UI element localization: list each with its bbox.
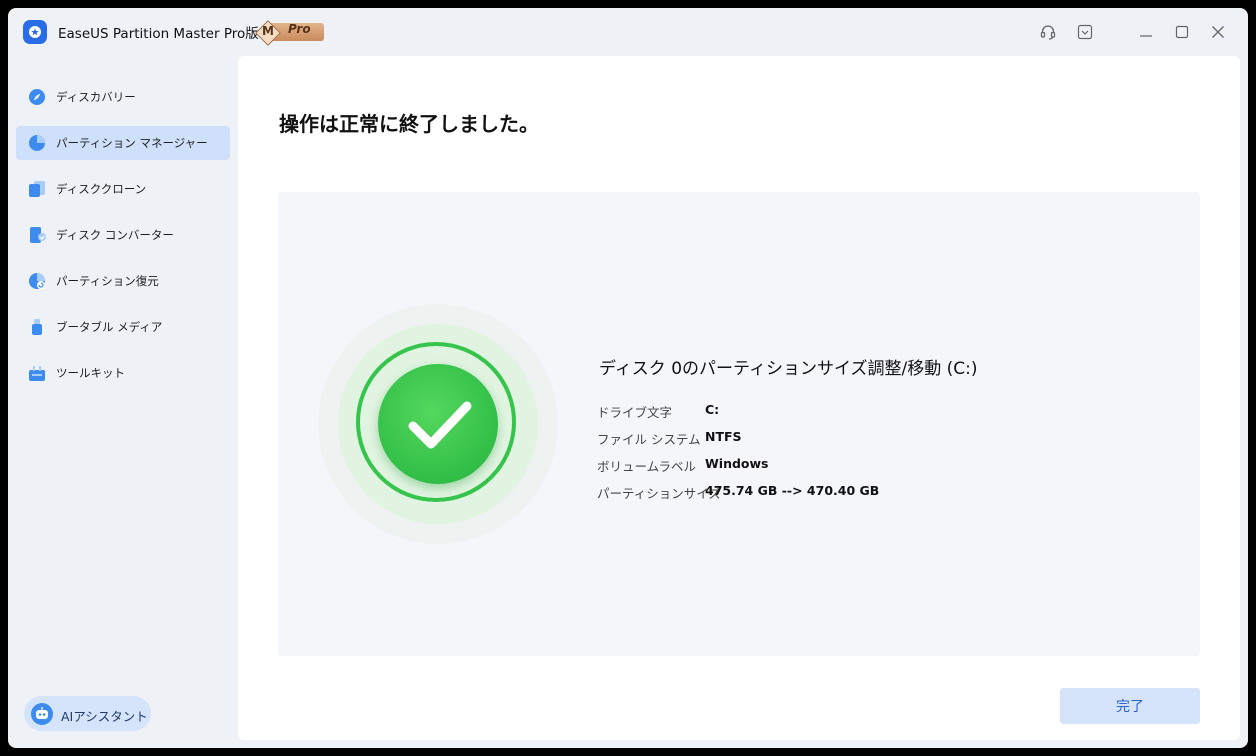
toolbox-icon: [29, 366, 45, 381]
pie-chart-icon: [29, 135, 45, 151]
detail-value: 475.74 GB --> 470.40 GB: [705, 483, 880, 498]
sidebar-item-partition-manager[interactable]: パーティション マネージャー: [16, 126, 230, 160]
app-window: EaseUS Partition Master Pro版 M Pro ディスカバ…: [8, 8, 1248, 748]
sidebar-item-label: パーティション マネージャー: [56, 136, 208, 150]
detail-value: C:: [705, 402, 720, 417]
ai-assistant-label: AIアシスタント: [61, 709, 148, 724]
detail-label: ドライブ文字: [597, 405, 673, 420]
detail-label: ファイル システム: [597, 432, 701, 447]
minimize-icon[interactable]: [1136, 22, 1156, 42]
sidebar-item-label: ディスク コンバーター: [56, 228, 174, 242]
page-title: 操作は正常に終了しました。: [279, 112, 539, 136]
sidebar-item-disk-clone[interactable]: ディスククローン: [16, 172, 230, 206]
sidebar-item-label: ツールキット: [56, 366, 125, 380]
detail-value: NTFS: [705, 429, 742, 444]
sidebar-item-label: パーティション復元: [56, 274, 159, 288]
sidebar-item-bootable-media[interactable]: ブータブル メディア: [16, 310, 230, 344]
sidebar-item-label: ディスククローン: [56, 182, 147, 196]
pro-badge: M Pro: [255, 20, 326, 46]
close-icon[interactable]: [1208, 22, 1228, 42]
pro-badge-letter: M: [262, 24, 274, 38]
usb-icon: [32, 319, 42, 335]
title-bar: EaseUS Partition Master Pro版 M Pro: [8, 8, 1248, 56]
app-logo-icon: [23, 20, 47, 44]
robot-icon: [31, 703, 53, 725]
pro-badge-text: Pro: [288, 22, 311, 36]
sidebar-item-discovery[interactable]: ディスカバリー: [16, 80, 230, 114]
sidebar-item-toolkit[interactable]: ツールキット: [16, 356, 230, 390]
detail-label: パーティションサイズ: [597, 486, 721, 501]
checkmark-icon: [408, 401, 472, 449]
result-panel: ディスク 0のパーティションサイズ調整/移動 (C:) ドライブ文字 C: ファ…: [278, 192, 1200, 656]
compass-icon: [29, 89, 45, 105]
sidebar: ディスカバリー パーティション マネージャー ディスククローン ディスク コンバ…: [8, 56, 238, 748]
app-title: EaseUS Partition Master Pro版: [58, 26, 259, 42]
sidebar-item-label: ブータブル メディア: [56, 320, 163, 334]
detail-label: ボリュームラベル: [597, 459, 697, 474]
sidebar-item-partition-recovery[interactable]: パーティション復元: [16, 264, 230, 298]
operation-title: ディスク 0のパーティションサイズ調整/移動 (C:): [599, 359, 978, 379]
disk-clone-icon: [29, 181, 45, 197]
done-button[interactable]: 完了: [1060, 688, 1200, 724]
menu-dropdown-icon[interactable]: [1075, 22, 1095, 42]
detail-value: Windows: [705, 456, 769, 471]
disk-convert-icon: [30, 227, 46, 243]
support-headset-icon[interactable]: [1038, 22, 1058, 42]
sidebar-item-label: ディスカバリー: [56, 90, 136, 104]
sidebar-item-disk-converter[interactable]: ディスク コンバーター: [16, 218, 230, 252]
ai-assistant-button[interactable]: AIアシスタント: [24, 696, 151, 731]
maximize-icon[interactable]: [1172, 22, 1192, 42]
main-content: 操作は正常に終了しました。 ディスク 0のパーティションサイズ調整/移動 (C:…: [238, 56, 1240, 740]
partition-recovery-icon: [29, 273, 45, 289]
